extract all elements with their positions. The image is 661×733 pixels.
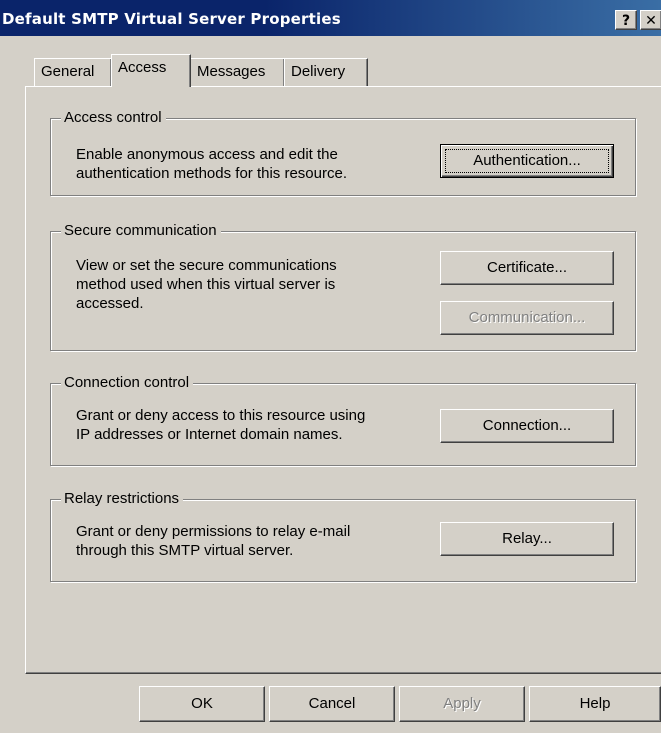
window-title: Default SMTP Virtual Server Properties bbox=[2, 10, 341, 28]
ok-button[interactable]: OK bbox=[139, 686, 265, 722]
tab-messages[interactable]: Messages bbox=[190, 58, 285, 86]
tab-access[interactable]: Access bbox=[111, 54, 191, 87]
connection-button[interactable]: Connection... bbox=[440, 409, 614, 443]
secure-communication-desc-line: accessed. bbox=[76, 295, 144, 312]
apply-button[interactable]: Apply bbox=[399, 686, 525, 722]
help-button[interactable]: Help bbox=[529, 686, 661, 722]
connection-control-group: Connection control Grant or deny access … bbox=[50, 373, 636, 466]
access-control-desc-line: authentication methods for this resource… bbox=[76, 165, 347, 182]
secure-communication-group: Secure communication View or set the sec… bbox=[50, 221, 636, 351]
secure-communication-legend: Secure communication bbox=[61, 221, 221, 241]
properties-dialog: Default SMTP Virtual Server Properties ?… bbox=[0, 0, 661, 733]
title-bar[interactable]: Default SMTP Virtual Server Properties ?… bbox=[0, 0, 661, 36]
secure-communication-desc-line: method used when this virtual server is bbox=[76, 276, 336, 293]
tab-general[interactable]: General bbox=[34, 58, 112, 86]
relay-restrictions-group: Relay restrictions Grant or deny permiss… bbox=[50, 489, 636, 582]
relay-restrictions-desc-line: Grant or deny permissions to relay e-mai… bbox=[76, 523, 351, 540]
relay-button[interactable]: Relay... bbox=[440, 522, 614, 556]
communication-button[interactable]: Communication... bbox=[440, 301, 614, 335]
access-control-description: Enable anonymous access and edit the aut… bbox=[76, 145, 406, 183]
relay-restrictions-desc-line: through this SMTP virtual server. bbox=[76, 542, 294, 559]
secure-communication-desc-line: View or set the secure communications bbox=[76, 257, 337, 274]
connection-control-description: Grant or deny access to this resource us… bbox=[76, 406, 421, 444]
access-control-legend: Access control bbox=[61, 108, 166, 128]
connection-control-desc-line: IP addresses or Internet domain names. bbox=[76, 426, 343, 443]
cancel-button[interactable]: Cancel bbox=[269, 686, 395, 722]
connection-control-desc-line: Grant or deny access to this resource us… bbox=[76, 407, 366, 424]
certificate-button[interactable]: Certificate... bbox=[440, 251, 614, 285]
secure-communication-description: View or set the secure communications me… bbox=[76, 256, 406, 313]
close-icon[interactable]: ✕ bbox=[640, 10, 661, 30]
authentication-button[interactable]: Authentication... bbox=[440, 144, 614, 178]
help-icon[interactable]: ? bbox=[615, 10, 637, 30]
access-control-desc-line: Enable anonymous access and edit the bbox=[76, 146, 338, 163]
access-control-group: Access control Enable anonymous access a… bbox=[50, 108, 636, 196]
connection-control-legend: Connection control bbox=[61, 373, 194, 393]
relay-restrictions-legend: Relay restrictions bbox=[61, 489, 184, 509]
focus-rectangle bbox=[445, 149, 609, 173]
tab-delivery[interactable]: Delivery bbox=[284, 58, 368, 86]
relay-restrictions-description: Grant or deny permissions to relay e-mai… bbox=[76, 522, 406, 560]
